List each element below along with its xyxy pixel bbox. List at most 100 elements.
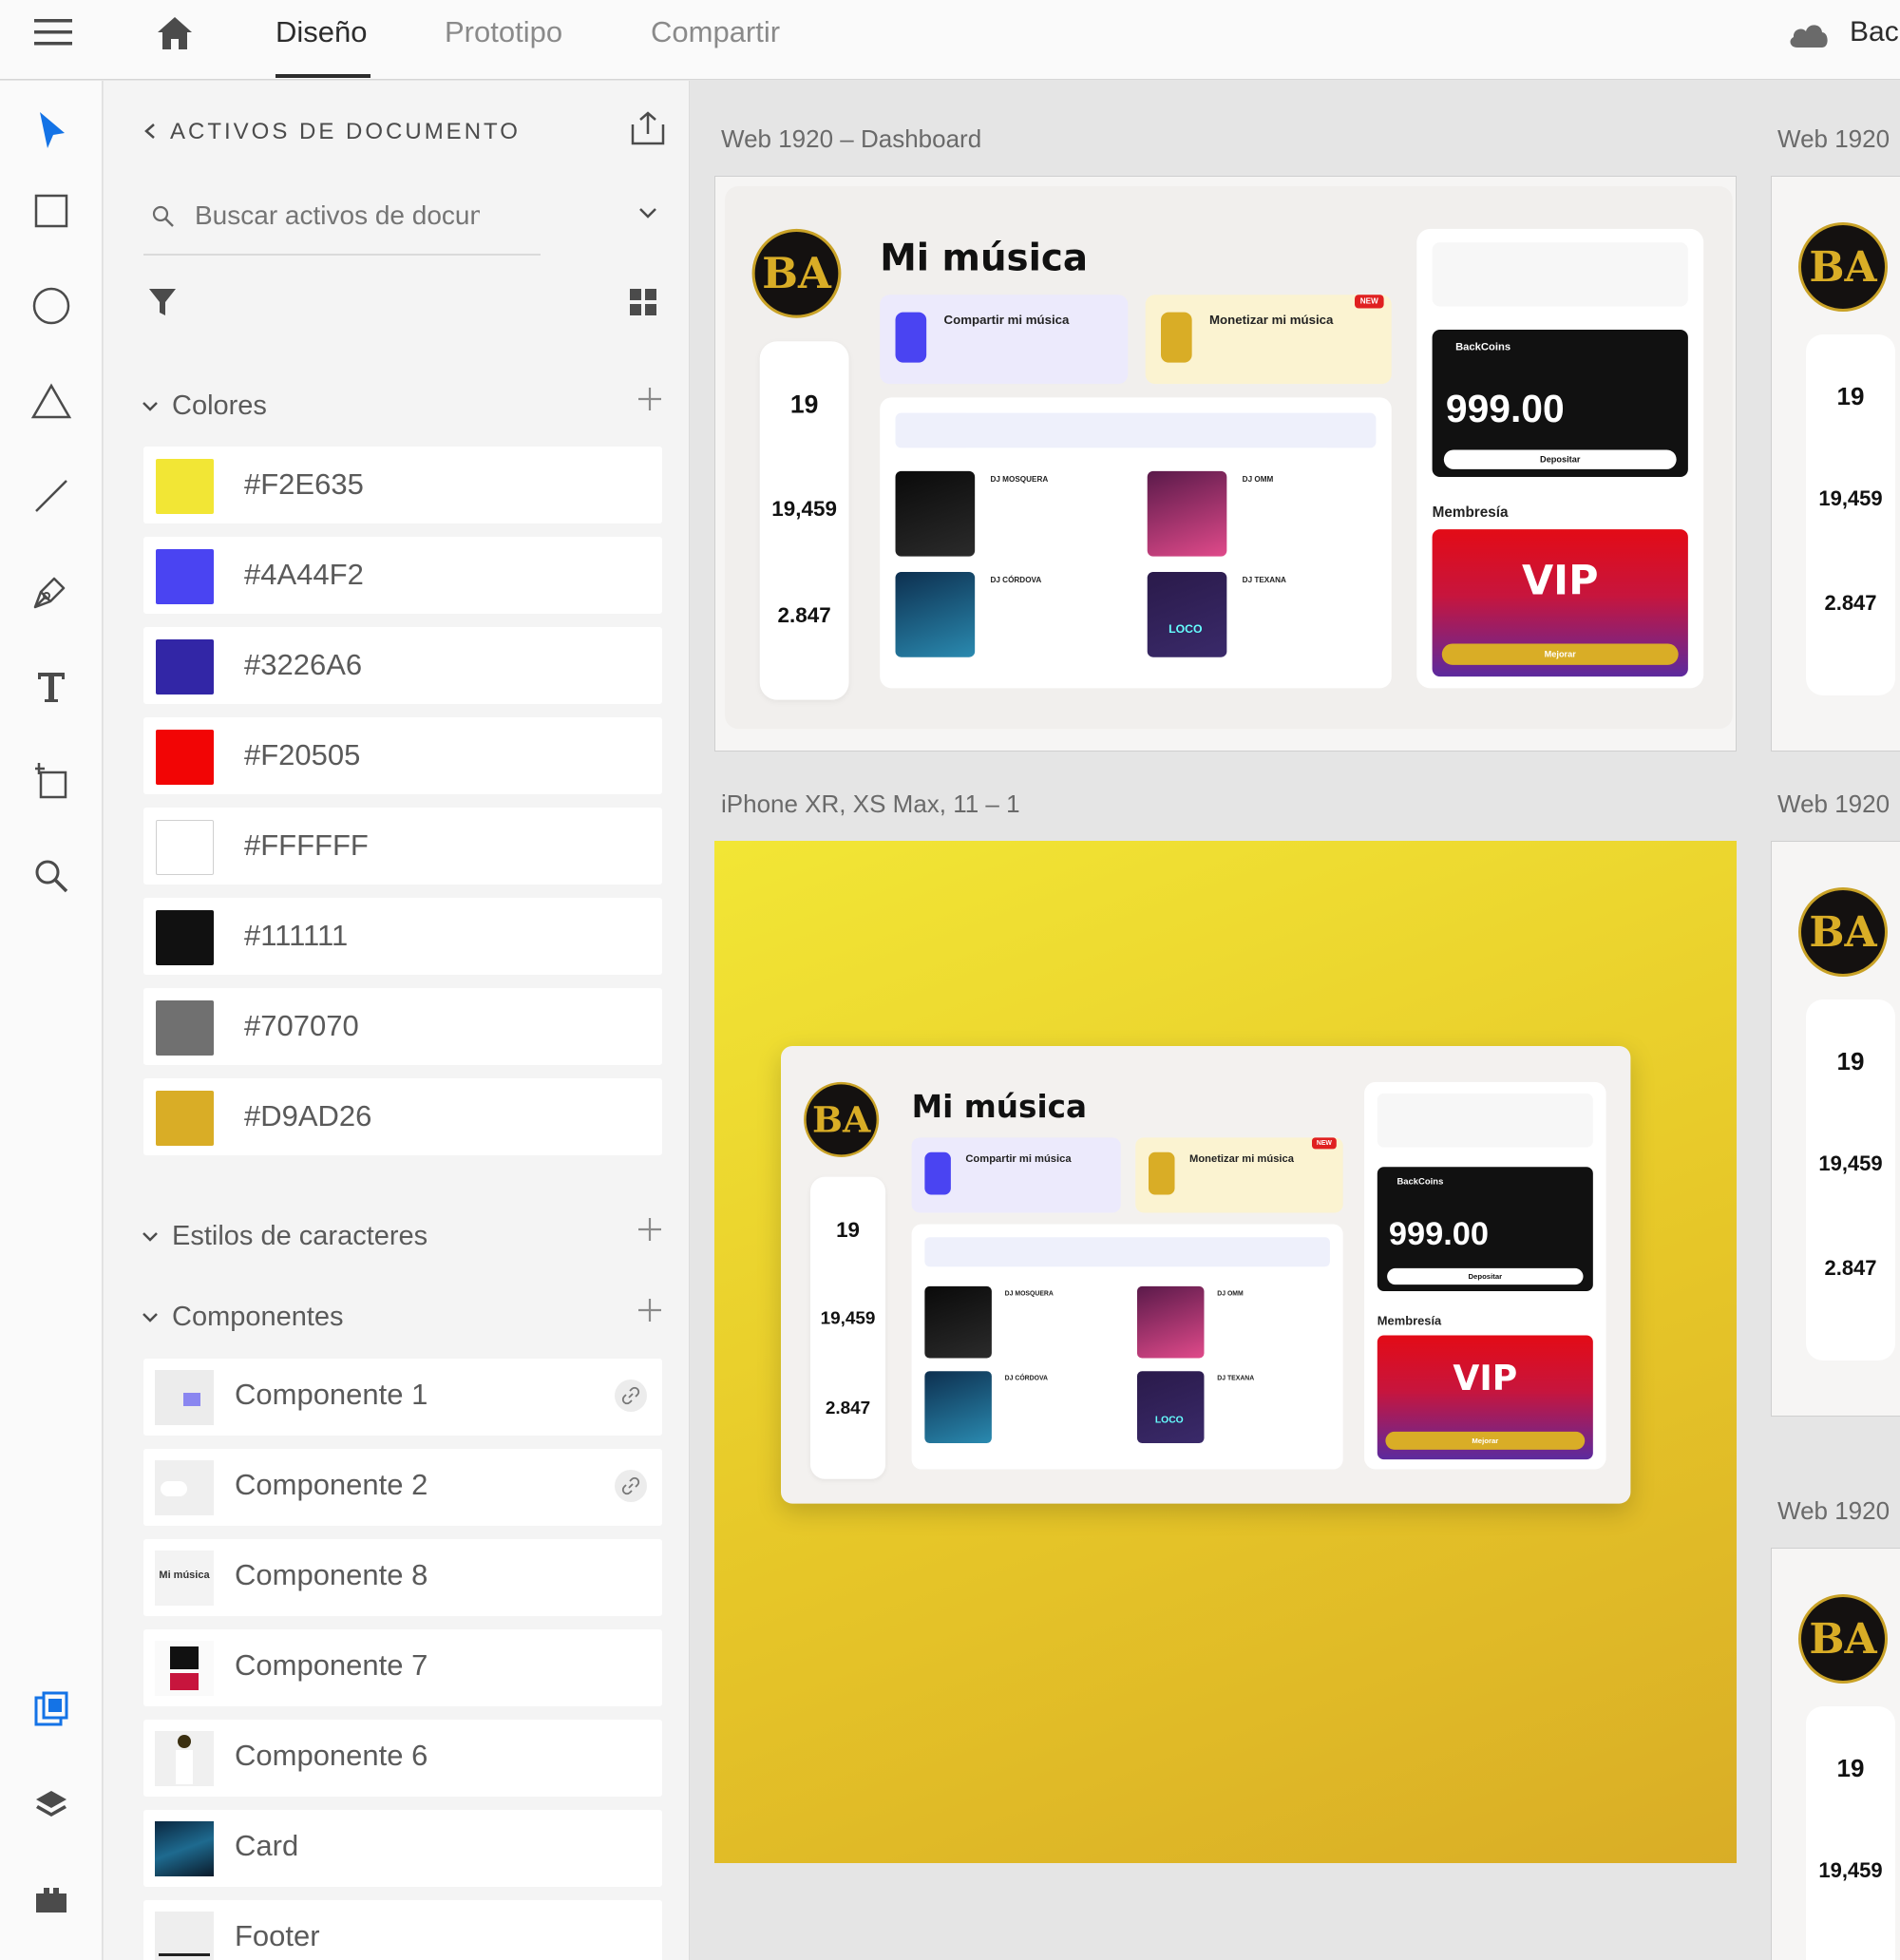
cover-text: LOCO: [1154, 1414, 1184, 1426]
component-label: Componente 2: [235, 1468, 428, 1501]
line-tool[interactable]: [27, 471, 76, 521]
artboard-web-1920[interactable]: BA1919,4592.847: [1771, 176, 1900, 752]
artboard-tool[interactable]: [27, 756, 76, 806]
color-swatch-row[interactable]: #F20505: [143, 717, 662, 794]
hamburger-menu-icon[interactable]: [34, 13, 72, 51]
color-swatch-row[interactable]: #F2E635: [143, 447, 662, 523]
color-swatch[interactable]: [156, 459, 214, 514]
component-row[interactable]: Componente 7: [143, 1629, 662, 1706]
add-color-icon[interactable]: [636, 385, 664, 413]
component-label: Card: [235, 1829, 299, 1862]
document-name[interactable]: Back: [1850, 13, 1900, 51]
filter-icon[interactable]: [147, 286, 178, 318]
membership-label: Membresía: [1377, 1314, 1442, 1328]
colors-section-label: Colores: [172, 390, 267, 421]
link-icon[interactable]: [615, 1380, 647, 1412]
tab-share[interactable]: Compartir: [651, 13, 780, 51]
backcoins-card: BackCoins 999.00 Depositar: [1432, 329, 1688, 477]
backcoins-card: BackCoins 999.00 Depositar: [1377, 1167, 1593, 1291]
layers-panel-toggle[interactable]: [27, 1779, 76, 1829]
artboard-web-dashboard[interactable]: BA 19 19,459 2.847 Mi música Compartir mi mús…: [714, 176, 1737, 752]
color-swatch-row[interactable]: #111111: [143, 898, 662, 975]
link-icon[interactable]: [615, 1470, 647, 1502]
zoom-tool[interactable]: [27, 851, 76, 901]
artboard-iphone[interactable]: BA 19 19,459 2.847 Mi música Compartir mi mús…: [714, 841, 1737, 1863]
stat-value: 19: [836, 1217, 860, 1243]
add-component-icon[interactable]: [636, 1296, 664, 1324]
component-row[interactable]: Componente 6: [143, 1720, 662, 1797]
color-swatch[interactable]: [156, 549, 214, 604]
plugins-panel-toggle[interactable]: [27, 1874, 76, 1924]
artboard-web-1920[interactable]: BA1919,4592.847: [1771, 1548, 1900, 1960]
assets-panel-toggle[interactable]: [27, 1684, 76, 1734]
artboard-label[interactable]: Web 1920: [1777, 124, 1890, 154]
design-canvas[interactable]: Web 1920 – Dashboard Web 1920 iPhone XR,…: [691, 81, 1900, 1960]
select-tool[interactable]: [27, 106, 76, 156]
component-row[interactable]: Componente 1: [143, 1359, 662, 1436]
component-row[interactable]: Card: [143, 1810, 662, 1887]
color-hex-label: #FFFFFF: [244, 828, 369, 862]
color-swatch[interactable]: [156, 639, 214, 695]
component-thumbnail-text: Mi música: [159, 1570, 210, 1581]
component-row[interactable]: Footer: [143, 1900, 662, 1960]
search-icon: [152, 205, 174, 227]
polygon-tool[interactable]: [27, 376, 76, 426]
artboard-label[interactable]: iPhone XR, XS Max, 11 – 1: [721, 790, 1020, 819]
stat-value: 2.847: [825, 1397, 871, 1418]
color-swatch-row[interactable]: #3226A6: [143, 627, 662, 704]
color-swatch[interactable]: [156, 1000, 214, 1056]
thumbnail-column: [176, 1750, 193, 1784]
stat-value: 19: [1836, 1047, 1865, 1075]
thumbnail-logo: [178, 1735, 191, 1748]
pen-tool[interactable]: [27, 566, 76, 616]
color-swatch-row[interactable]: #4A44F2: [143, 537, 662, 614]
color-hex-label: #F2E635: [244, 467, 364, 501]
chain-link-icon: [621, 1476, 640, 1495]
cloud-icon[interactable]: [1786, 17, 1830, 49]
artboard-label[interactable]: Web 1920: [1777, 790, 1890, 819]
dashboard-title: Mi música: [911, 1088, 1088, 1125]
artboard-label[interactable]: Web 1920 – Dashboard: [721, 124, 981, 154]
profile-card: [1377, 1093, 1593, 1148]
back-chevron-icon[interactable]: [142, 123, 159, 140]
deposit-button: Depositar: [1443, 449, 1677, 469]
thumbnail-dark-block: [170, 1646, 199, 1669]
songs-tab-bar: [924, 1237, 1330, 1267]
dashboard-frame: BA 19 19,459 2.847 Mi música Compartir mi mús…: [725, 186, 1733, 730]
share-icon: [895, 312, 927, 363]
backcoins-amount: 999.00: [1445, 388, 1565, 431]
text-tool[interactable]: [27, 661, 76, 711]
color-swatch-row[interactable]: #FFFFFF: [143, 808, 662, 885]
character-styles-section-header[interactable]: Estilos de caracteres: [142, 1221, 428, 1252]
dashboard-title: Mi música: [880, 237, 1089, 279]
tab-prototype[interactable]: Prototipo: [445, 13, 562, 51]
home-icon[interactable]: [154, 13, 196, 55]
component-row[interactable]: Mi música Componente 8: [143, 1539, 662, 1616]
component-label: Componente 1: [235, 1378, 428, 1411]
song-cover: [1147, 571, 1227, 657]
grid-view-icon[interactable]: [629, 288, 657, 316]
color-swatch[interactable]: [156, 730, 214, 785]
color-hex-label: #D9AD26: [244, 1099, 372, 1132]
component-row[interactable]: Componente 2: [143, 1449, 662, 1526]
color-swatch[interactable]: [156, 820, 214, 875]
tab-design[interactable]: Diseño: [276, 13, 368, 51]
color-swatch-row[interactable]: #707070: [143, 988, 662, 1065]
colors-section-header[interactable]: Colores: [142, 390, 267, 422]
add-character-style-icon[interactable]: [636, 1215, 664, 1244]
component-thumbnail: [155, 1731, 214, 1786]
components-section-header[interactable]: Componentes: [142, 1302, 344, 1333]
color-swatch[interactable]: [156, 910, 214, 965]
color-swatch[interactable]: [156, 1091, 214, 1146]
monetize-card-title: Monetizar mi música: [1189, 1151, 1294, 1165]
ellipse-tool[interactable]: [27, 281, 76, 331]
artboard-label[interactable]: Web 1920: [1777, 1496, 1890, 1526]
color-swatch-row[interactable]: #D9AD26: [143, 1078, 662, 1155]
rectangle-tool[interactable]: [27, 186, 76, 236]
search-assets-input[interactable]: [195, 195, 480, 237]
chevron-down-icon[interactable]: [637, 202, 658, 223]
artboard-web-1920[interactable]: BA1919,4592.847: [1771, 841, 1900, 1417]
component-thumbnail: Mi música: [155, 1551, 214, 1606]
export-share-icon[interactable]: [629, 109, 667, 147]
layers-icon: [36, 1791, 66, 1817]
